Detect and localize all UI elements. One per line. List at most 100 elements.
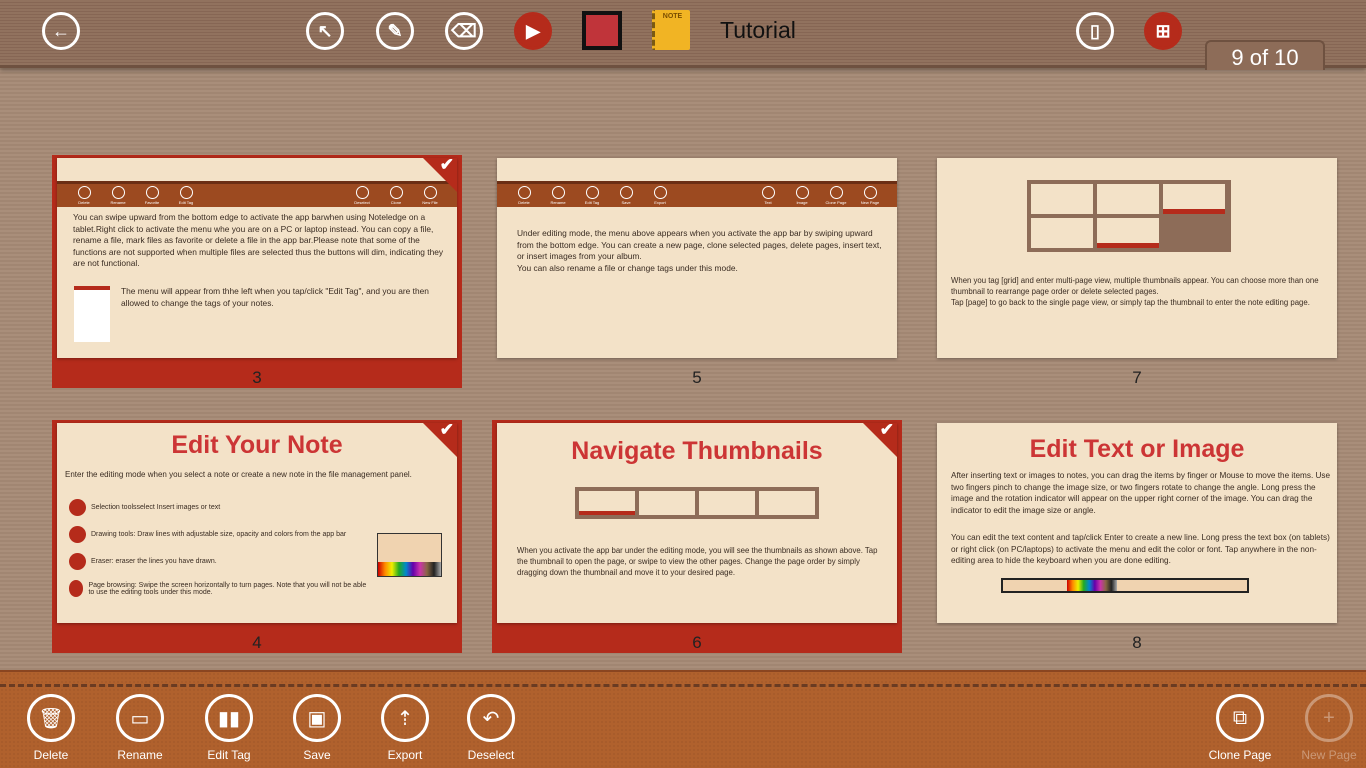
- selection-arrow-icon[interactable]: ↖: [306, 12, 344, 50]
- page-text-2: You can also rename a file or change tag…: [517, 263, 738, 273]
- page-text: You can swipe upward from the bottom edg…: [73, 212, 444, 269]
- mini-item: Text: [751, 186, 785, 205]
- selection-icon: [69, 499, 86, 516]
- deselect-button[interactable]: ↶ Deselect: [451, 694, 531, 762]
- mini-item: Rename: [541, 186, 575, 205]
- page-text: After inserting text or images to notes,…: [951, 471, 1331, 515]
- page-thumbnail-3[interactable]: Delete Rename Favorite Edit Tag Deselect…: [57, 158, 457, 358]
- new-page-button[interactable]: + New Page: [1289, 694, 1366, 762]
- page-text: Under editing mode, the menu above appea…: [517, 228, 882, 262]
- page-text: When you activate the app bar under the …: [517, 546, 878, 577]
- top-app-bar: ← ↖ ✎ ⌫ ▶ NOTE Tutorial ▯ ⊞: [0, 0, 1366, 68]
- tool-item: Selection toolsselect Insert images or t…: [69, 499, 369, 516]
- page-heading: Edit Your Note: [171, 431, 343, 459]
- color-swatch[interactable]: [582, 11, 622, 50]
- clone-page-label: Clone Page: [1208, 748, 1272, 762]
- single-page-view-icon[interactable]: ▯: [1076, 12, 1114, 50]
- page-text: Enter the editing mode when you select a…: [65, 470, 412, 479]
- check-icon: ✔: [879, 423, 894, 439]
- page-browse-icon: [69, 580, 84, 597]
- delete-label: Delete: [33, 748, 69, 762]
- multi-page-view-icon[interactable]: ⊞: [1144, 12, 1182, 50]
- page-text-2: Tap [page] to go back to the single page…: [951, 298, 1310, 307]
- mini-item: Rename: [101, 186, 135, 205]
- mini-item: Delete: [507, 186, 541, 205]
- new-page-label: New Page: [1301, 748, 1357, 762]
- tag-menu-image: [74, 286, 110, 342]
- thumbnail-strip-illustration: [575, 487, 819, 519]
- page-number: 3: [252, 368, 262, 387]
- page-thumbnail-5[interactable]: Delete Rename Edit Tag Save Export Text …: [497, 158, 897, 358]
- mini-item: Edit Tag: [169, 186, 203, 205]
- mini-item: Clone: [379, 186, 413, 205]
- page-thumbnail-6[interactable]: Navigate Thumbnails When you activate th…: [497, 423, 897, 623]
- tool-desc: Page browsing: Swipe the screen horizont…: [88, 581, 367, 596]
- page-heading: Edit Text or Image: [1029, 435, 1245, 463]
- tool-item: Page browsing: Swipe the screen horizont…: [69, 580, 369, 597]
- page-thumbnail-8[interactable]: Edit Text or Image After inserting text …: [937, 423, 1337, 623]
- eraser-icon: [69, 553, 86, 570]
- back-arrow-icon[interactable]: ←: [42, 12, 80, 50]
- delete-button[interactable]: 🗑 Delete: [11, 694, 91, 762]
- plus-icon: +: [1305, 694, 1353, 742]
- mini-item: Clone Page: [819, 186, 853, 205]
- deselect-label: Deselect: [467, 748, 515, 762]
- text-toolbar-image: [1001, 578, 1249, 593]
- tool-item: Drawing tools: Draw lines with adjustabl…: [69, 526, 369, 543]
- books-icon: ▮▮: [205, 694, 253, 742]
- export-label: Export: [387, 748, 423, 762]
- save-label: Save: [303, 748, 331, 762]
- page-indicator: 9 of 10: [1205, 40, 1325, 70]
- page-text: When you tag [grid] and enter multi-page…: [951, 276, 1319, 296]
- mini-item: Export: [643, 186, 677, 205]
- pen-icon: [69, 526, 86, 543]
- page-number: 7: [1132, 368, 1142, 387]
- mini-item: Deselect: [345, 186, 379, 205]
- clone-page-button[interactable]: ⧉ Clone Page: [1200, 694, 1280, 762]
- edit-tag-label: Edit Tag: [207, 748, 251, 762]
- page-text-2: You can edit the text content and tap/cl…: [951, 533, 1330, 566]
- rename-icon: ▭: [116, 694, 164, 742]
- rename-button[interactable]: ▭ Rename: [100, 694, 180, 762]
- save-button[interactable]: ▣ Save: [277, 694, 357, 762]
- page-thumbnail-4[interactable]: Edit Your Note Enter the editing mode wh…: [57, 423, 457, 623]
- rename-label: Rename: [117, 748, 163, 762]
- trash-icon: 🗑: [27, 694, 75, 742]
- tool-item: Eraser: eraser the lines you have drawn.: [69, 553, 369, 570]
- mini-item: Image: [785, 186, 819, 205]
- multi-page-illustration: [1027, 180, 1231, 252]
- clone-icon: ⧉: [1216, 694, 1264, 742]
- page-number: 6: [692, 633, 702, 652]
- mini-item: Save: [609, 186, 643, 205]
- color-palette-image: [377, 533, 442, 577]
- tool-desc: Eraser: eraser the lines you have drawn.: [91, 558, 217, 565]
- stitch-divider: [0, 684, 1366, 687]
- tool-list: Selection toolsselect Insert images or t…: [69, 499, 369, 607]
- tool-desc: Drawing tools: Draw lines with adjustabl…: [91, 531, 347, 538]
- deselect-icon: ↶: [467, 694, 515, 742]
- eraser-icon[interactable]: ⌫: [445, 12, 483, 50]
- page-number: 4: [252, 633, 262, 652]
- notebook-title: Tutorial: [720, 17, 796, 43]
- mini-item: Edit Tag: [575, 186, 609, 205]
- export-icon: ⇡: [381, 694, 429, 742]
- page-number: 5: [692, 368, 702, 387]
- mini-item: Favorite: [135, 186, 169, 205]
- notebook-cover-icon[interactable]: NOTE: [652, 10, 690, 50]
- tool-desc: Selection toolsselect Insert images or t…: [91, 504, 221, 511]
- check-icon: ✔: [439, 158, 454, 174]
- edit-tag-button[interactable]: ▮▮ Edit Tag: [189, 694, 269, 762]
- mini-item: New Page: [853, 186, 887, 205]
- page-heading: Navigate Thumbnails: [571, 437, 823, 465]
- mini-item: Delete: [67, 186, 101, 205]
- page-text-2: The menu will appear from thhe left when…: [121, 286, 429, 308]
- page-thumbnail-7[interactable]: When you tag [grid] and enter multi-page…: [937, 158, 1337, 358]
- export-button[interactable]: ⇡ Export: [365, 694, 445, 762]
- floppy-icon: ▣: [293, 694, 341, 742]
- check-icon: ✔: [439, 423, 454, 439]
- page-browse-icon[interactable]: ▶: [514, 12, 552, 50]
- bottom-app-bar: 🗑 Delete ▭ Rename ▮▮ Edit Tag ▣ Save ⇡ Export…: [0, 670, 1366, 768]
- pen-icon[interactable]: ✎: [376, 12, 414, 50]
- page-number: 8: [1132, 633, 1142, 652]
- mini-app-bar: Delete Rename Favorite Edit Tag Deselect…: [57, 181, 457, 207]
